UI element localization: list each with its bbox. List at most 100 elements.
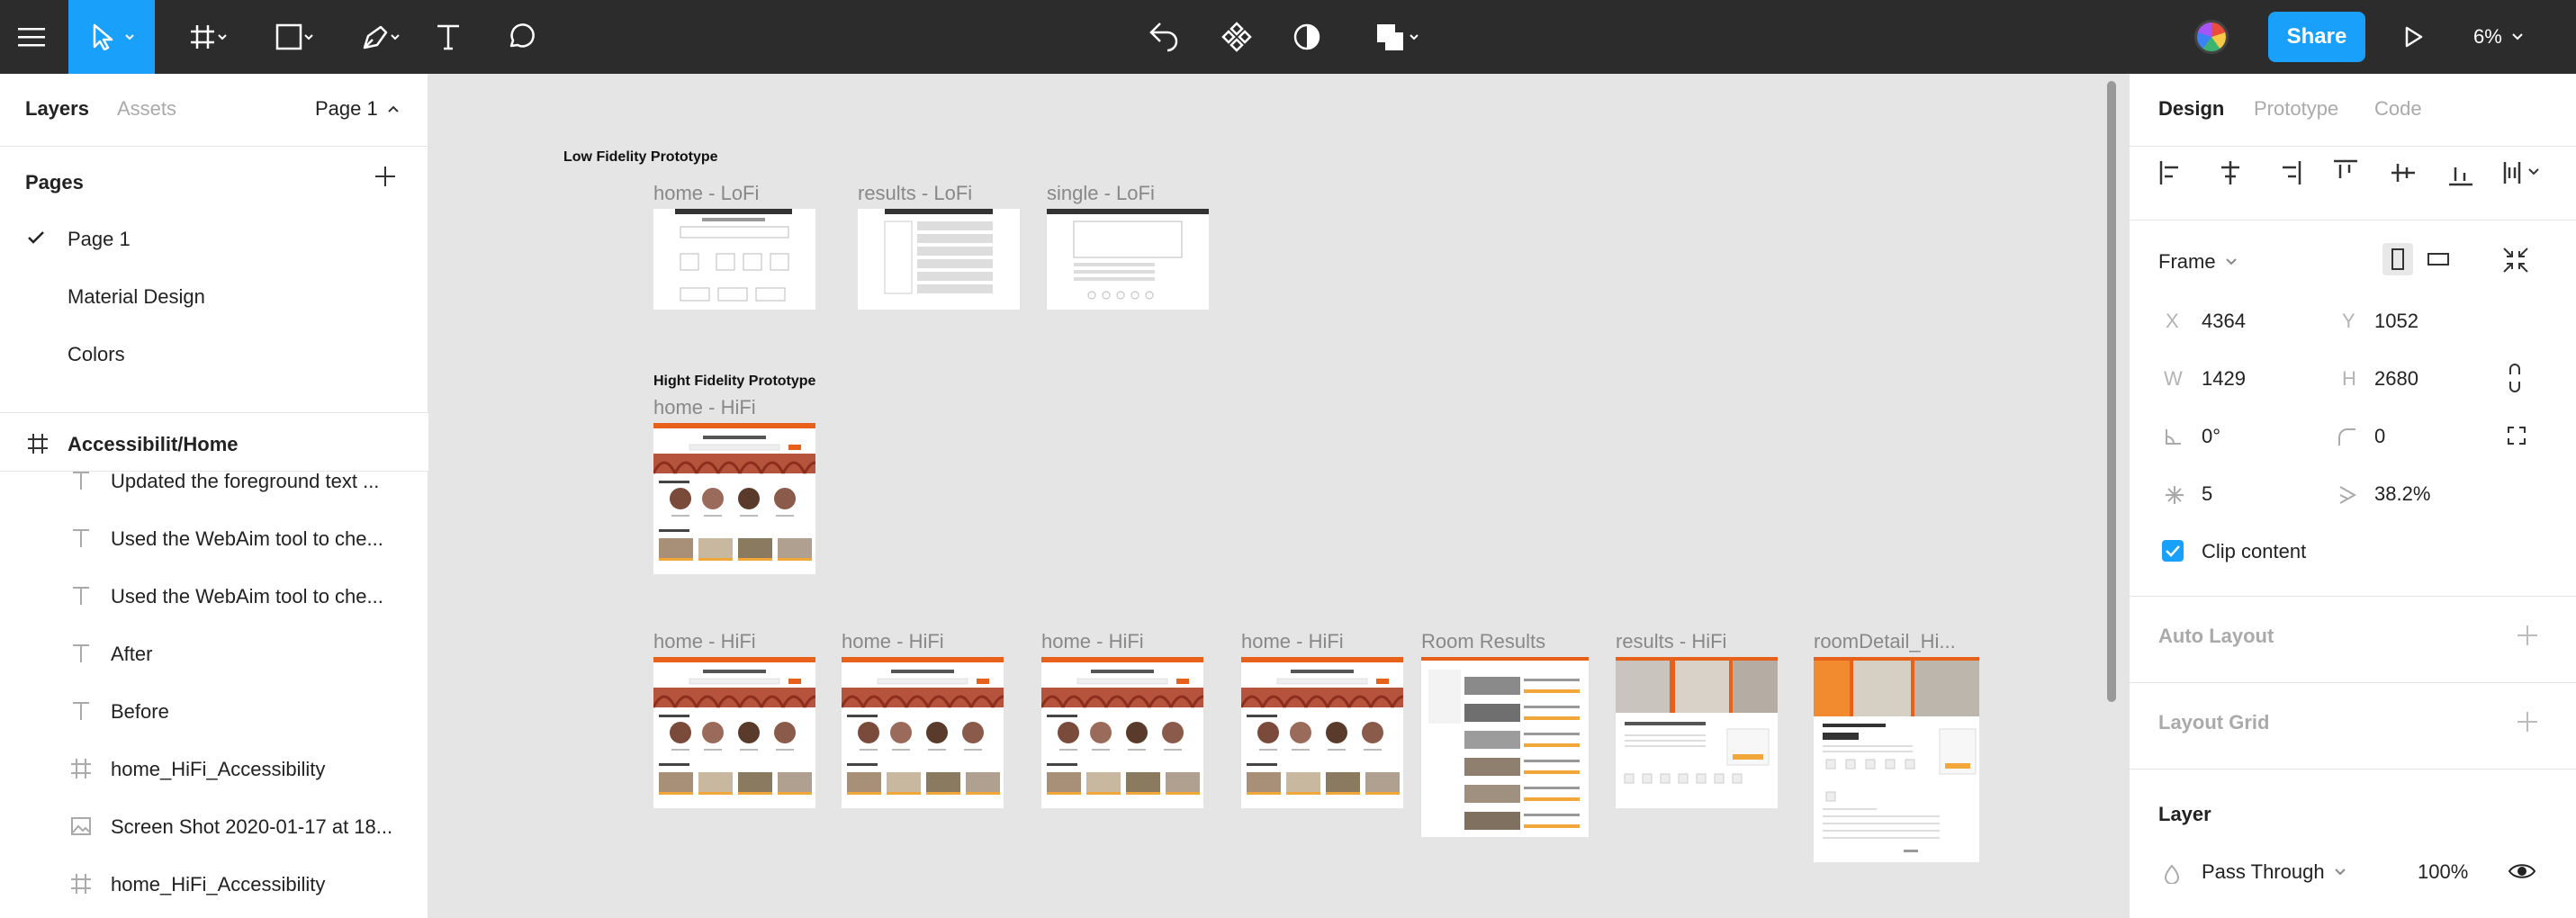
share-button[interactable]: Share — [2268, 12, 2365, 62]
pages-heading: Pages — [25, 171, 84, 194]
layer-frame-accessibility-home[interactable]: Accessibilit/Home — [0, 413, 428, 471]
layer-row[interactable]: Screen Shot 2020-01-17 at 18... — [0, 797, 428, 855]
x-input[interactable]: 4364 — [2202, 310, 2246, 333]
frame-label-results-hifi[interactable]: results - HiFi — [1616, 630, 1726, 653]
hamburger-icon — [18, 28, 45, 47]
landscape-orientation-button[interactable] — [2423, 243, 2454, 275]
tab-assets[interactable]: Assets — [117, 97, 176, 121]
frame-label-results-lofi[interactable]: results - LoFi — [858, 182, 972, 205]
shape-tool-button[interactable] — [257, 0, 320, 74]
frame-label-room-results[interactable]: Room Results — [1421, 630, 1545, 653]
frame-label-home-hifi[interactable]: home - HiFi — [653, 396, 756, 419]
layer-row[interactable]: Used the WebAim tool to che... — [0, 509, 428, 567]
section-label-high-fidelity[interactable]: Hight Fidelity Prototype — [653, 374, 815, 390]
width-input[interactable]: 1429 — [2202, 367, 2246, 391]
frame-label-home-hifi-4[interactable]: home - HiFi — [1241, 630, 1344, 653]
independent-corners-icon[interactable] — [2506, 425, 2527, 446]
frame-thumb-room-detail[interactable] — [1814, 657, 1979, 862]
frame-icon — [28, 434, 48, 454]
y-input[interactable]: 1052 — [2374, 310, 2418, 333]
rotation-input[interactable]: 0° — [2202, 425, 2220, 448]
add-page-button[interactable] — [373, 164, 398, 189]
page-item-material-design[interactable]: Material Design — [68, 285, 205, 309]
divider — [0, 146, 428, 147]
layer-row[interactable]: After — [0, 625, 428, 682]
mask-button[interactable] — [1287, 0, 1327, 74]
frame-thumb-home-hifi-4[interactable] — [1241, 657, 1403, 808]
constrain-proportions-icon[interactable] — [2506, 364, 2524, 392]
zoom-dropdown[interactable]: 6% — [2473, 0, 2524, 74]
zoom-level: 6% — [2473, 25, 2502, 48]
align-horizontal-center-icon[interactable] — [2216, 158, 2245, 187]
ratio-input[interactable]: 38.2% — [2374, 482, 2430, 506]
frame-thumb-home-hifi[interactable] — [653, 423, 815, 574]
frame-label-home-hifi-3[interactable]: home - HiFi — [1041, 630, 1144, 653]
layer-row[interactable]: home_HiFi_Accessibility — [0, 855, 428, 913]
layer-label: Used the WebAim tool to che... — [111, 527, 383, 550]
tab-layers[interactable]: Layers — [25, 97, 89, 121]
section-label-low-fidelity[interactable]: Low Fidelity Prototype — [563, 149, 718, 166]
blend-mode-dropdown[interactable]: Pass Through — [2202, 860, 2346, 884]
opacity-input[interactable]: 100% — [2418, 860, 2468, 884]
portrait-orientation-button[interactable] — [2382, 243, 2413, 275]
user-avatar[interactable] — [2194, 20, 2229, 54]
align-vertical-center-icon[interactable] — [2389, 158, 2418, 187]
divider — [2130, 146, 2576, 147]
distribute-icon[interactable] — [2502, 158, 2547, 187]
align-bottom-icon[interactable] — [2446, 158, 2475, 187]
align-right-icon[interactable] — [2274, 158, 2302, 187]
frame-thumb-home-lofi[interactable] — [653, 209, 815, 310]
tab-code[interactable]: Code — [2374, 97, 2422, 121]
layer-row[interactable]: home_HiFi_Accessibility — [0, 740, 428, 797]
move-tool-button[interactable] — [68, 0, 155, 74]
frame-label-home-hifi-1[interactable]: home - HiFi — [653, 630, 756, 653]
frame-label-home-hifi-2[interactable]: home - HiFi — [842, 630, 944, 653]
back-to-components-button[interactable] — [1143, 0, 1184, 74]
rectangle-icon — [275, 23, 302, 50]
clip-content-checkbox[interactable] — [2162, 540, 2184, 562]
frame-thumb-single-lofi[interactable] — [1047, 209, 1209, 310]
frame-label-home-lofi[interactable]: home - LoFi — [653, 182, 759, 205]
components-button[interactable] — [1217, 0, 1256, 74]
layer-row[interactable]: Before — [0, 682, 428, 740]
lofi-wireframe-image — [675, 209, 792, 302]
chevron-down-icon — [2334, 868, 2346, 876]
comment-tool-button[interactable] — [499, 0, 544, 74]
tab-design[interactable]: Design — [2158, 97, 2224, 121]
frame-thumb-home-hifi-2[interactable] — [842, 657, 1004, 808]
corner-radius-input[interactable]: 0 — [2374, 425, 2385, 448]
align-top-icon[interactable] — [2331, 158, 2360, 187]
frame-thumb-home-hifi-3[interactable] — [1041, 657, 1203, 808]
frame-label-single-lofi[interactable]: single - LoFi — [1047, 182, 1155, 205]
page-item-colors[interactable]: Colors — [68, 343, 125, 366]
layer-row[interactable]: Updated the foreground text ... — [0, 472, 428, 509]
design-canvas[interactable]: Low Fidelity Prototype home - LoFi resul… — [429, 74, 2129, 918]
hifi-home-preview-image — [1041, 657, 1203, 795]
lofi-wireframe-image — [884, 209, 993, 294]
frame-thumb-home-hifi-1[interactable] — [653, 657, 815, 808]
resize-to-fit-button[interactable] — [2500, 245, 2531, 275]
add-layout-grid-button[interactable] — [2515, 709, 2540, 734]
text-tool-button[interactable] — [428, 0, 468, 74]
frame-label-room-detail[interactable]: roomDetail_Hi... — [1814, 630, 1956, 653]
main-menu-button[interactable] — [0, 0, 63, 74]
align-left-icon[interactable] — [2158, 158, 2187, 187]
frame-thumb-results-lofi[interactable] — [858, 209, 1020, 310]
eye-icon[interactable] — [2508, 860, 2536, 882]
tab-prototype[interactable]: Prototype — [2254, 97, 2338, 121]
frame-thumb-results-hifi[interactable] — [1616, 657, 1778, 808]
add-auto-layout-button[interactable] — [2515, 623, 2540, 648]
page-selector[interactable]: Page 1 — [315, 97, 400, 121]
frame-thumb-room-results[interactable] — [1421, 657, 1589, 837]
page-item-page-1[interactable]: Page 1 — [68, 228, 131, 251]
present-button[interactable] — [2394, 0, 2434, 74]
layer-label: home_HiFi_Accessibility — [111, 758, 326, 780]
pen-tool-button[interactable] — [344, 0, 407, 74]
layer-row[interactable]: Used the WebAim tool to che... — [0, 567, 428, 625]
count-input[interactable]: 5 — [2202, 482, 2212, 506]
height-input[interactable]: 2680 — [2374, 367, 2418, 391]
frame-tool-button[interactable] — [171, 0, 234, 74]
frame-type-dropdown[interactable]: Frame — [2158, 250, 2238, 274]
canvas-scrollbar[interactable] — [2107, 81, 2116, 702]
boolean-ops-button[interactable] — [1359, 0, 1422, 74]
